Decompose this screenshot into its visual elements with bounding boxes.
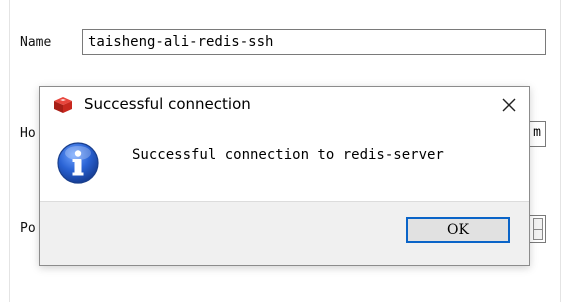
close-icon xyxy=(502,98,516,112)
dialog-footer: OK xyxy=(40,201,529,265)
redis-cube-icon xyxy=(53,96,73,114)
name-label: Name xyxy=(20,35,52,50)
dialog-title: Successful connection xyxy=(84,95,251,113)
info-icon xyxy=(56,141,100,185)
ok-button[interactable]: OK xyxy=(406,217,510,243)
port-spin-buttons[interactable] xyxy=(533,218,543,240)
port-label: Po xyxy=(20,221,36,236)
dialog-message: Successful connection to redis-server xyxy=(132,147,444,163)
connection-dialog: Successful connection Successful connect… xyxy=(39,86,530,266)
host-label: Ho xyxy=(20,126,36,141)
panel-border-left xyxy=(9,0,10,302)
panel-border-right xyxy=(560,0,561,302)
dialog-titlebar[interactable]: Successful connection xyxy=(40,87,529,123)
close-button[interactable] xyxy=(495,91,523,119)
name-input[interactable]: taisheng-ali-redis-ssh xyxy=(82,29,546,55)
